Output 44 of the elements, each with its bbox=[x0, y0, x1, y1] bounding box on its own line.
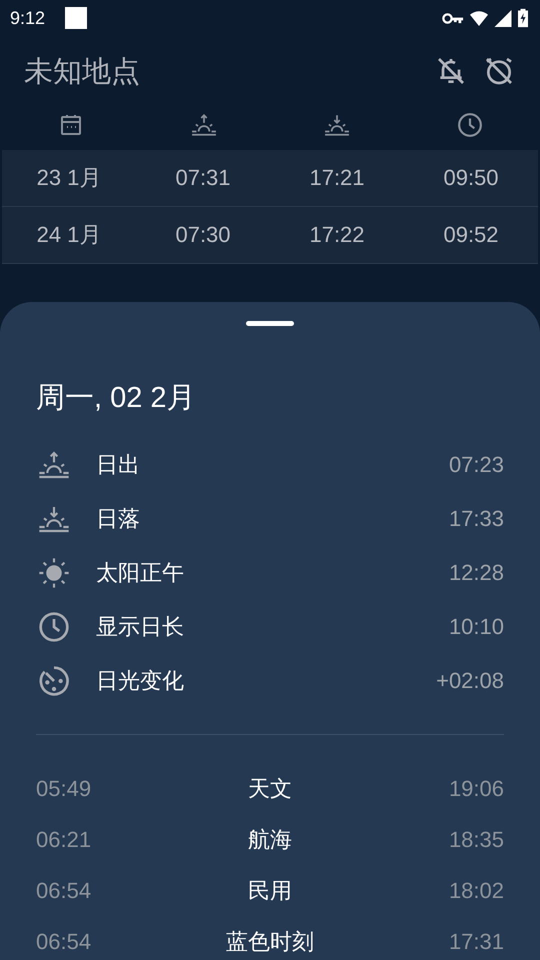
day-row[interactable]: 23 1月 07:31 17:21 09:50 bbox=[2, 150, 538, 207]
event-time: 07:23 bbox=[448, 452, 504, 478]
sunrise-cell: 07:30 bbox=[175, 222, 231, 248]
event-time: 17:33 bbox=[448, 506, 504, 532]
event-label: 日出 bbox=[96, 452, 140, 480]
event-label: 显示日长 bbox=[96, 614, 184, 642]
clock-icon bbox=[456, 112, 482, 138]
twilight-end: 18:02 bbox=[448, 878, 504, 904]
sunset-cell: 17:22 bbox=[309, 222, 365, 248]
twilight-end: 17:31 bbox=[448, 928, 504, 954]
notification-icon bbox=[65, 7, 88, 29]
day-length-cell: 09:50 bbox=[443, 165, 499, 191]
status-time: 9:12 bbox=[10, 8, 46, 28]
twilight-start: 06:54 bbox=[36, 928, 92, 954]
date-cell-text: 23 1月 bbox=[36, 164, 102, 192]
twilight-name: 民用 bbox=[248, 878, 292, 906]
location-title: 未知地点 bbox=[24, 53, 140, 90]
calendar-icon bbox=[58, 113, 82, 137]
event-time: 12:28 bbox=[448, 560, 504, 586]
sunset-cell: 17:21 bbox=[309, 165, 365, 191]
event-time: 10:10 bbox=[448, 614, 504, 640]
date-cell-text: 24 1月 bbox=[36, 221, 102, 249]
event-label: 太阳正午 bbox=[96, 560, 184, 588]
key-icon bbox=[442, 12, 464, 24]
sunrise-icon bbox=[190, 112, 216, 138]
event-time: +02:08 bbox=[436, 668, 504, 694]
twilight-name: 蓝色时刻 bbox=[226, 928, 314, 956]
day-length-cell: 09:52 bbox=[443, 222, 499, 248]
battery-icon bbox=[518, 8, 528, 28]
twilight-end: 19:06 bbox=[448, 776, 504, 802]
drag-handle[interactable] bbox=[246, 321, 294, 326]
signal-icon bbox=[494, 10, 512, 26]
twilight-start: 05:49 bbox=[36, 776, 92, 802]
twilight-start: 06:21 bbox=[36, 826, 92, 852]
twilight-name: 航海 bbox=[248, 826, 292, 854]
twilight-start: 06:54 bbox=[36, 878, 92, 904]
sheet-date: 周一, 02 2月 bbox=[36, 381, 197, 416]
twilight-name: 天文 bbox=[248, 776, 292, 804]
wifi-icon bbox=[470, 10, 488, 26]
day-row[interactable]: 24 1月 07:30 17:22 09:52 bbox=[2, 207, 538, 264]
event-label: 日落 bbox=[96, 506, 140, 534]
twilight-end: 18:35 bbox=[448, 826, 504, 852]
event-label: 日光变化 bbox=[96, 668, 184, 696]
sunrise-cell: 07:31 bbox=[175, 165, 231, 191]
